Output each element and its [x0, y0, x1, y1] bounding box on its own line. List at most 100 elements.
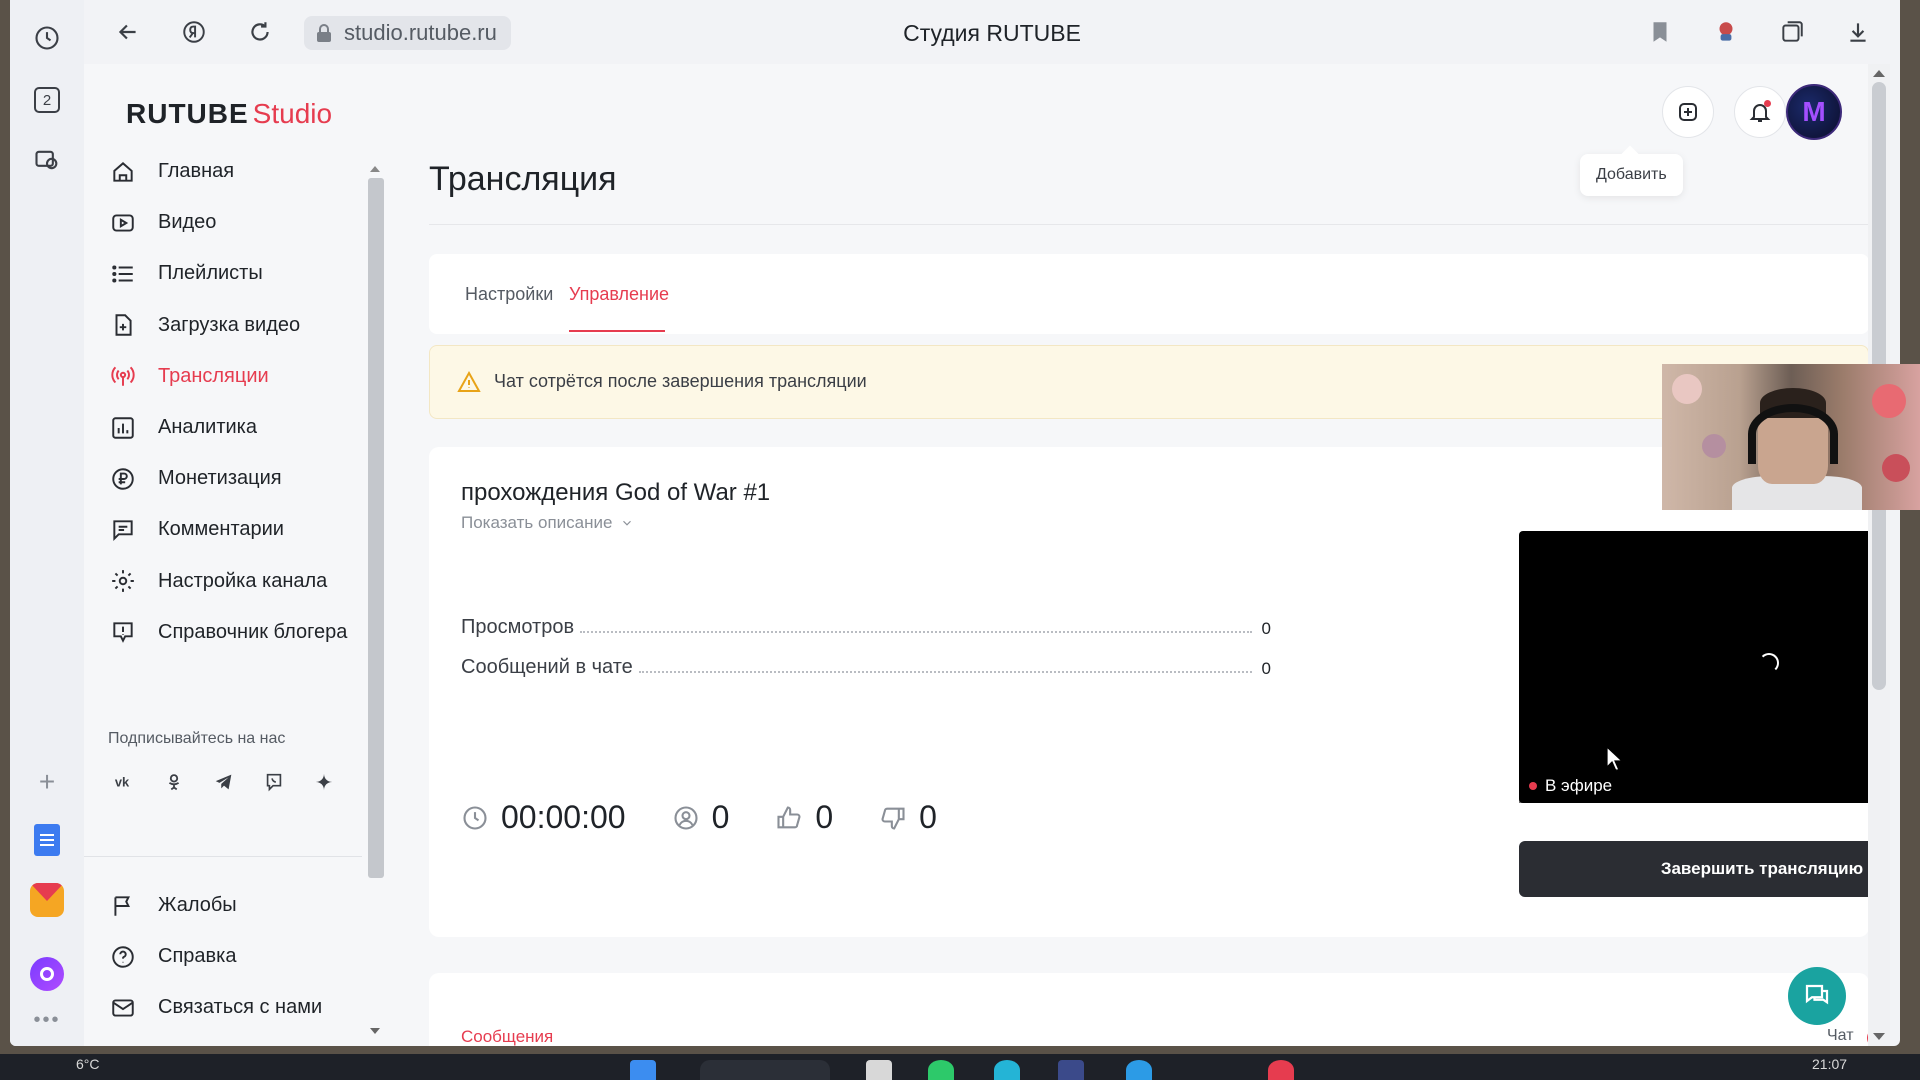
page-scrollbar[interactable] — [1868, 64, 1890, 1046]
sidebar-item-help[interactable]: Справка — [84, 931, 366, 982]
download-icon[interactable] — [1838, 12, 1878, 52]
url-text: studio.rutube.ru — [344, 20, 497, 45]
sidebar-item-label: Справочник блогера — [158, 620, 348, 643]
messages-title[interactable]: Сообщения — [461, 1027, 553, 1046]
viewers-counter: 0 — [672, 799, 730, 836]
show-description-toggle[interactable]: Показать описание — [461, 513, 634, 533]
tab-settings[interactable]: Настройки — [465, 284, 553, 305]
viewers-value: 0 — [711, 799, 730, 835]
taskbar-app-icon[interactable] — [994, 1060, 1020, 1080]
yandex-icon[interactable] — [174, 12, 214, 52]
viber-icon[interactable] — [256, 764, 292, 800]
sidebar-item-contact[interactable]: Связаться с нами — [84, 982, 366, 1033]
address-bar[interactable]: studio.rutube.ru — [304, 16, 511, 50]
sidebar-item-comments[interactable]: Комментарии — [84, 504, 366, 555]
sidebar-item-blogger-guide[interactable]: Справочник блогера — [84, 607, 366, 658]
dislikes-counter: 0 — [879, 799, 937, 836]
taskbar-app-icon[interactable] — [1058, 1060, 1084, 1080]
sidebar-divider — [84, 856, 362, 857]
add-panel-icon[interactable]: + — [27, 762, 67, 802]
bookmark-icon[interactable] — [1640, 12, 1680, 52]
scroll-thumb[interactable] — [368, 178, 384, 878]
views-stat: Просмотров 0 — [461, 613, 1271, 639]
dotted-leader — [638, 671, 1252, 673]
extension-icon[interactable] — [1706, 12, 1746, 52]
sidebar-item-video[interactable]: Видео — [84, 197, 366, 248]
back-arrow-icon[interactable] — [108, 12, 148, 52]
taskbar-app-icon[interactable] — [866, 1060, 892, 1080]
list-icon — [112, 265, 133, 283]
thumbs-up-icon — [777, 805, 801, 828]
taskbar-app-icon[interactable] — [1126, 1060, 1152, 1080]
clock-text: 21:07 — [1812, 1056, 1848, 1072]
history-icon[interactable] — [27, 18, 67, 58]
tab-management[interactable]: Управление — [569, 284, 669, 305]
ok-icon[interactable] — [156, 764, 192, 800]
end-stream-button[interactable]: Завершить трансляцию — [1519, 841, 1890, 897]
main-content: Трансляция Настройки Управление Чат сотр… — [429, 64, 1890, 1046]
reload-icon[interactable] — [240, 12, 280, 52]
rutube-studio-logo[interactable]: RUTUBE Studio — [126, 98, 332, 130]
broadcast-icon — [111, 366, 135, 387]
likes-counter: 0 — [775, 799, 833, 836]
webcam-overlay — [1662, 364, 1920, 510]
lock-icon — [317, 24, 331, 42]
sidebar-item-channel-settings[interactable]: Настройка канала — [84, 556, 366, 607]
screenshot-icon[interactable] — [27, 140, 67, 180]
taskbar-app-icon[interactable] — [1268, 1060, 1294, 1080]
ruble-icon — [112, 467, 134, 490]
decor — [1702, 434, 1726, 458]
scroll-down-icon[interactable] — [370, 1028, 380, 1034]
headset — [1748, 404, 1838, 464]
upload-icon — [115, 314, 132, 336]
loading-spinner — [1759, 653, 1779, 673]
logo-studio-text: Studio — [252, 98, 333, 129]
alice-icon[interactable] — [27, 954, 67, 994]
tabs-count-button[interactable]: 2 — [27, 80, 67, 120]
live-dot — [1529, 782, 1537, 790]
messages-card: Сообщения Чат — [429, 973, 1890, 1046]
stat-label: Сообщений в чате — [461, 656, 633, 678]
sidebar-item-home[interactable]: Главная — [84, 146, 366, 197]
telegram-icon[interactable] — [206, 764, 242, 800]
os-taskbar: 6°C 21:07 — [0, 1054, 1920, 1080]
sidebar-nav: Главная Видео Плейлисты Загрузка видео Т… — [84, 146, 366, 766]
chart-icon — [112, 416, 134, 439]
mail-app-icon[interactable] — [27, 880, 67, 920]
sidebar-item-complaints[interactable]: Жалобы — [84, 880, 366, 931]
scroll-down-icon[interactable] — [1873, 1033, 1885, 1040]
sidebar-item-broadcasts[interactable]: Трансляции — [84, 351, 366, 402]
dislikes-value: 0 — [919, 799, 937, 835]
more-icon[interactable]: ••• — [27, 1000, 67, 1040]
sidebar-item-monetization[interactable]: Монетизация — [84, 453, 366, 504]
scroll-up-icon[interactable] — [1873, 70, 1885, 77]
sidebar-item-analytics[interactable]: Аналитика — [84, 402, 366, 453]
info-icon — [113, 622, 133, 644]
comment-icon — [113, 520, 133, 541]
support-chat-button[interactable] — [1788, 967, 1846, 1025]
sidebar-scrollbar[interactable] — [366, 162, 384, 1036]
sidebar-item-label: Жалобы — [158, 894, 237, 917]
decor — [1872, 384, 1906, 418]
sidebar-item-upload[interactable]: Загрузка видео — [84, 300, 366, 351]
warning-icon — [457, 370, 481, 392]
flag-icon — [114, 895, 130, 916]
svg-text:vk: vk — [115, 775, 130, 790]
taskbar-app-icon[interactable] — [928, 1060, 954, 1080]
collections-icon[interactable] — [1772, 12, 1812, 52]
viewer-icon — [674, 805, 698, 830]
sidebar-item-playlists[interactable]: Плейлисты — [84, 248, 366, 299]
start-icon[interactable] — [630, 1060, 656, 1080]
clock-icon — [463, 805, 487, 830]
dzen-icon[interactable] — [306, 764, 342, 800]
chevron-down-icon — [623, 520, 632, 526]
docs-app-icon[interactable] — [27, 820, 67, 860]
sidebar-item-label: Аналитика — [158, 416, 257, 439]
taskbar-search[interactable] — [700, 1060, 830, 1080]
scroll-up-icon[interactable] — [370, 166, 380, 172]
stream-preview-player[interactable]: В эфире — [1519, 531, 1890, 803]
sidebar-item-label: Трансляции — [158, 364, 269, 387]
title-divider — [429, 224, 1869, 225]
vk-icon[interactable]: vk — [106, 764, 142, 800]
show-description-label: Показать описание — [461, 513, 613, 532]
